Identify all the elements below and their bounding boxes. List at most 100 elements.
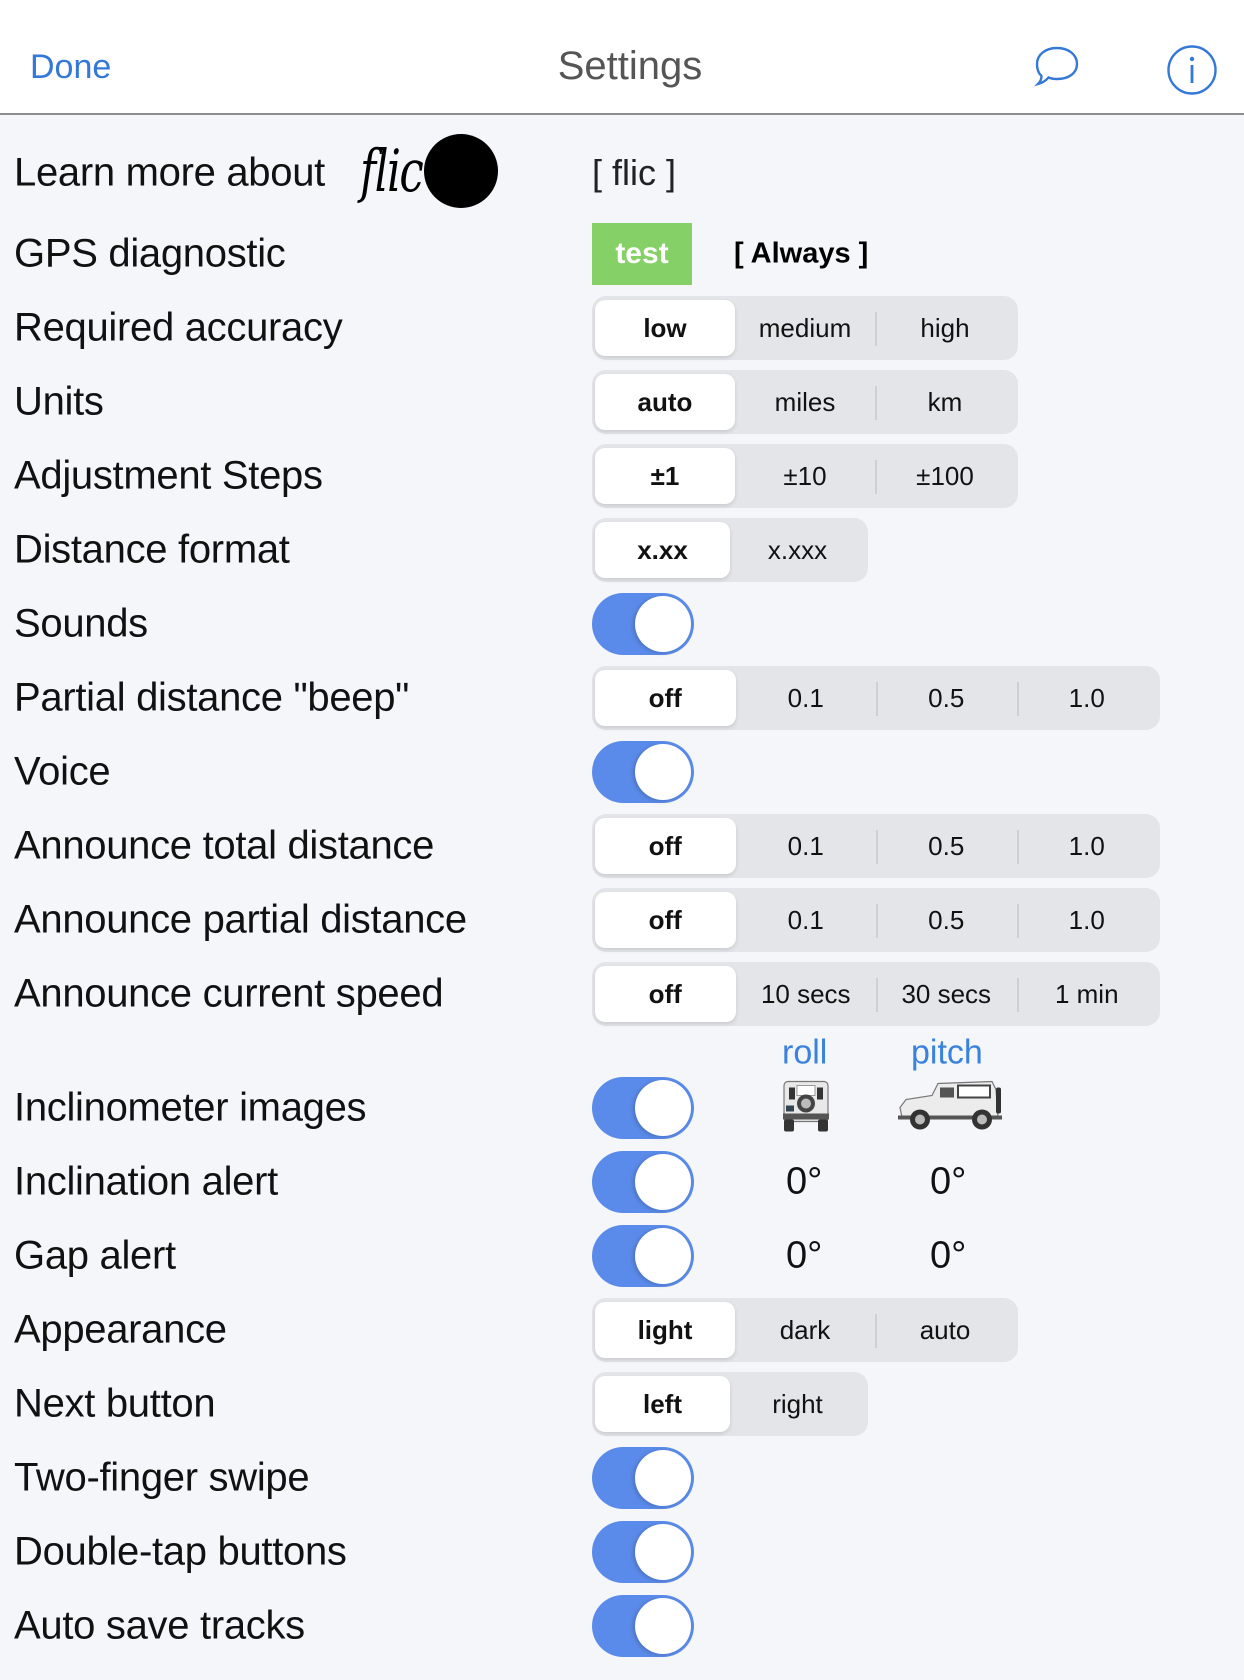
toggle-knob [635, 1228, 691, 1284]
gps-test-button[interactable]: test [592, 223, 692, 285]
row-gps-diagnostic: GPS diagnostic test [ Always ] [0, 217, 1244, 291]
flic-dot-icon [424, 134, 498, 208]
sounds-toggle[interactable] [592, 593, 694, 655]
row-label: Double-tap buttons [14, 1529, 347, 1574]
toggle-knob [635, 1154, 691, 1210]
row-label: Learn more about [14, 150, 325, 195]
row-label: Units [14, 379, 104, 424]
two-finger-swipe-toggle[interactable] [592, 1447, 694, 1509]
segment-medium[interactable]: medium [735, 300, 875, 356]
toggle-knob [635, 1598, 691, 1654]
row-announce-total-distance: Announce total distance off 0.1 0.5 1.0 [0, 809, 1244, 883]
segment-0-1[interactable]: 0.1 [736, 818, 877, 874]
inclination-alert-toggle[interactable] [592, 1151, 694, 1213]
segment-1-0[interactable]: 1.0 [1016, 818, 1158, 874]
segment-auto[interactable]: auto [595, 374, 735, 430]
accuracy-segmented-control: low medium high [592, 296, 1018, 360]
gap-alert-toggle[interactable] [592, 1225, 694, 1287]
row-label: Two-finger swipe [14, 1455, 310, 1500]
segment-km[interactable]: km [875, 374, 1015, 430]
segment-step-100[interactable]: ±100 [875, 448, 1015, 504]
segment-1-0[interactable]: 1.0 [1016, 892, 1158, 948]
row-gap-alert: Gap alert 0° 0° [0, 1219, 1244, 1293]
row-label: Required accuracy [14, 305, 343, 350]
segment-1-min[interactable]: 1 min [1016, 966, 1158, 1022]
toggle-knob [635, 1524, 691, 1580]
segment-0-1[interactable]: 0.1 [736, 670, 877, 726]
segment-two-decimals[interactable]: x.xx [595, 522, 730, 578]
segment-off[interactable]: off [595, 892, 736, 948]
row-inclination-alert: Inclination alert 0° 0° [0, 1145, 1244, 1219]
info-icon[interactable] [1166, 44, 1218, 101]
row-adjustment-steps: Adjustment Steps ±1 ±10 ±100 [0, 439, 1244, 513]
segment-0-1[interactable]: 0.1 [736, 892, 877, 948]
segment-1-0[interactable]: 1.0 [1016, 670, 1158, 726]
toggle-knob [635, 1450, 691, 1506]
row-label: Gap alert [14, 1233, 176, 1278]
segment-0-5[interactable]: 0.5 [876, 818, 1017, 874]
segment-light[interactable]: light [595, 1302, 735, 1358]
flic-link[interactable]: [ flic ] [592, 152, 676, 194]
row-two-finger-swipe: Two-finger swipe [0, 1441, 1244, 1515]
row-announce-partial-distance: Announce partial distance off 0.1 0.5 1.… [0, 883, 1244, 957]
row-required-accuracy: Required accuracy low medium high [0, 291, 1244, 365]
announce-total-segmented-control: off 0.1 0.5 1.0 [592, 814, 1160, 878]
next-button-segmented-control: left right [592, 1372, 868, 1436]
gap-pitch-value[interactable]: 0° [930, 1235, 966, 1278]
row-next-button: Next button left right [0, 1367, 1244, 1441]
row-units: Units auto miles km [0, 365, 1244, 439]
inclination-pitch-value[interactable]: 0° [930, 1161, 966, 1204]
row-voice: Voice [0, 735, 1244, 809]
segment-three-decimals[interactable]: x.xxx [730, 522, 865, 578]
gps-mode-link[interactable]: [ Always ] [734, 238, 868, 271]
segment-off[interactable]: off [595, 966, 736, 1022]
segment-0-5[interactable]: 0.5 [876, 892, 1017, 948]
row-label: Appearance [14, 1307, 227, 1352]
steps-segmented-control: ±1 ±10 ±100 [592, 444, 1018, 508]
chat-bubble-icon[interactable] [1032, 44, 1082, 95]
toggle-knob [635, 744, 691, 800]
segment-high[interactable]: high [875, 300, 1015, 356]
row-learn-more: Learn more about [ flic ] [0, 136, 1244, 210]
row-distance-format: Distance format x.xx x.xxx [0, 513, 1244, 587]
vehicle-side-icon [896, 1078, 1004, 1139]
row-sounds: Sounds [0, 587, 1244, 661]
flic-logo-text: flic [360, 137, 424, 205]
pitch-header: pitch [911, 1033, 983, 1072]
segment-0-5[interactable]: 0.5 [876, 670, 1017, 726]
segment-step-1[interactable]: ±1 [595, 448, 735, 504]
appearance-segmented-control: light dark auto [592, 1298, 1018, 1362]
row-label: Voice [14, 749, 111, 794]
auto-save-toggle[interactable] [592, 1595, 694, 1657]
row-partial-distance-beep: Partial distance "beep" off 0.1 0.5 1.0 [0, 661, 1244, 735]
segment-dark[interactable]: dark [735, 1302, 875, 1358]
row-double-tap-buttons: Double-tap buttons [0, 1515, 1244, 1589]
segment-miles[interactable]: miles [735, 374, 875, 430]
segment-left[interactable]: left [595, 1376, 730, 1432]
inclination-roll-value[interactable]: 0° [786, 1161, 822, 1204]
segment-right[interactable]: right [730, 1376, 865, 1432]
inclinometer-images-toggle[interactable] [592, 1077, 694, 1139]
row-label: Sounds [14, 601, 148, 646]
row-appearance: Appearance light dark auto [0, 1293, 1244, 1367]
flic-logo[interactable]: flic [360, 134, 498, 208]
row-label: Inclinometer images [14, 1085, 367, 1130]
units-segmented-control: auto miles km [592, 370, 1018, 434]
segment-step-10[interactable]: ±10 [735, 448, 875, 504]
gap-roll-value[interactable]: 0° [786, 1235, 822, 1278]
row-label: Announce total distance [14, 823, 435, 868]
voice-toggle[interactable] [592, 741, 694, 803]
row-label: Partial distance "beep" [14, 675, 410, 720]
segment-off[interactable]: off [595, 818, 736, 874]
segment-auto[interactable]: auto [875, 1302, 1015, 1358]
segment-off[interactable]: off [595, 670, 736, 726]
row-label: Announce current speed [14, 971, 444, 1016]
segment-low[interactable]: low [595, 300, 735, 356]
segment-30-secs[interactable]: 30 secs [876, 966, 1017, 1022]
row-label: Adjustment Steps [14, 453, 323, 498]
row-label: Next button [14, 1381, 216, 1426]
row-auto-save-tracks: Auto save tracks [0, 1589, 1244, 1663]
double-tap-toggle[interactable] [592, 1521, 694, 1583]
nav-bar: Done Settings [0, 0, 1244, 115]
segment-10-secs[interactable]: 10 secs [736, 966, 877, 1022]
